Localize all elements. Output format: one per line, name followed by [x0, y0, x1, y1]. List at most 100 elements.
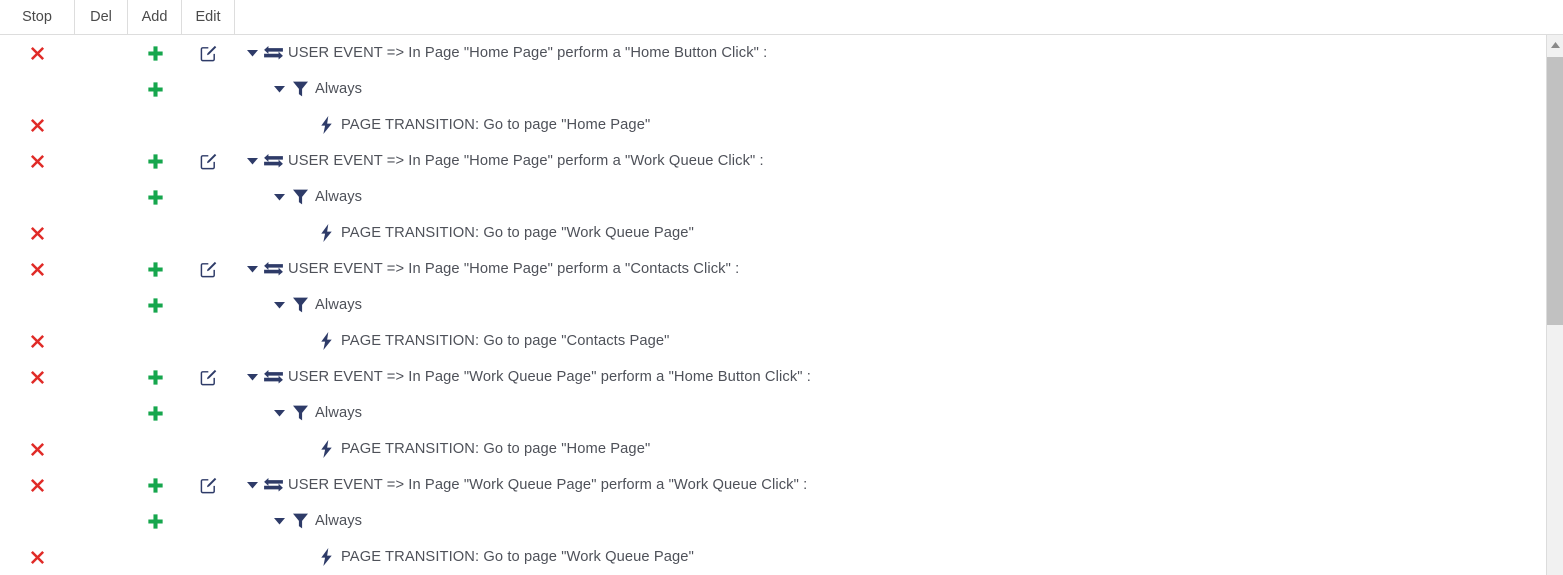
tree-row[interactable]: Always [0, 395, 1563, 431]
row-edit-cell [182, 152, 235, 171]
green-plus-icon[interactable] [147, 81, 164, 98]
row-stop-cell [0, 549, 75, 566]
row-description-cell: Always [235, 189, 1563, 205]
tree-node[interactable]: USER EVENT => In Page "Work Queue Page" … [235, 369, 811, 385]
tree-row[interactable]: USER EVENT => In Page "Home Page" perfor… [0, 35, 1563, 71]
row-add-cell [128, 45, 182, 62]
edit-pencil-icon[interactable] [199, 152, 218, 171]
caret-down-icon[interactable] [243, 157, 261, 165]
caret-down-icon[interactable] [270, 517, 288, 525]
caret-down-icon[interactable] [270, 85, 288, 93]
tree-node[interactable]: PAGE TRANSITION: Go to page "Contacts Pa… [235, 332, 669, 350]
tree-node-label: USER EVENT => In Page "Work Queue Page" … [288, 477, 808, 493]
red-x-icon[interactable] [29, 45, 46, 62]
tree-node[interactable]: USER EVENT => In Page "Work Queue Page" … [235, 477, 807, 493]
tree-node[interactable]: Always [235, 297, 362, 313]
red-x-icon[interactable] [29, 261, 46, 278]
red-x-icon[interactable] [29, 369, 46, 386]
tree-node-label: PAGE TRANSITION: Go to page "Home Page" [341, 441, 651, 457]
tree-node[interactable]: PAGE TRANSITION: Go to page "Work Queue … [235, 224, 694, 242]
column-header-del[interactable]: Del [75, 0, 128, 34]
red-x-icon[interactable] [29, 225, 46, 242]
row-add-cell [128, 369, 182, 386]
red-x-icon[interactable] [29, 477, 46, 494]
row-stop-cell [0, 153, 75, 170]
tree-node[interactable]: USER EVENT => In Page "Home Page" perfor… [235, 153, 764, 169]
tree-node[interactable]: Always [235, 81, 362, 97]
green-plus-icon[interactable] [147, 45, 164, 62]
column-header-bar: Stop Del Add Edit [0, 0, 1563, 35]
row-description-cell: Always [235, 513, 1563, 529]
lightning-bolt-icon [314, 224, 338, 242]
green-plus-icon[interactable] [147, 405, 164, 422]
tree-node[interactable]: PAGE TRANSITION: Go to page "Home Page" [235, 440, 650, 458]
row-description-cell: PAGE TRANSITION: Go to page "Home Page" [235, 440, 1563, 458]
lightning-bolt-icon [314, 332, 338, 350]
tree-node-label: PAGE TRANSITION: Go to page "Work Queue … [341, 549, 694, 565]
red-x-icon[interactable] [29, 333, 46, 350]
green-plus-icon[interactable] [147, 189, 164, 206]
tree-node[interactable]: PAGE TRANSITION: Go to page "Work Queue … [235, 548, 694, 566]
lightning-bolt-icon [314, 116, 338, 134]
tree-row[interactable]: USER EVENT => In Page "Work Queue Page" … [0, 359, 1563, 395]
row-description-cell: USER EVENT => In Page "Work Queue Page" … [235, 477, 1563, 493]
tree-row[interactable]: PAGE TRANSITION: Go to page "Home Page" [0, 107, 1563, 143]
caret-down-icon[interactable] [243, 481, 261, 489]
caret-down-icon[interactable] [243, 265, 261, 273]
row-add-cell [128, 297, 182, 314]
green-plus-icon[interactable] [147, 261, 164, 278]
edit-pencil-icon[interactable] [199, 260, 218, 279]
green-plus-icon[interactable] [147, 513, 164, 530]
tree-row[interactable]: USER EVENT => In Page "Work Queue Page" … [0, 467, 1563, 503]
tree-row[interactable]: Always [0, 503, 1563, 539]
green-plus-icon[interactable] [147, 369, 164, 386]
red-x-icon[interactable] [29, 117, 46, 134]
column-header-stop[interactable]: Stop [0, 0, 75, 34]
green-plus-icon[interactable] [147, 297, 164, 314]
tree-node[interactable]: USER EVENT => In Page "Home Page" perfor… [235, 261, 739, 277]
green-plus-icon[interactable] [147, 153, 164, 170]
edit-pencil-icon[interactable] [199, 476, 218, 495]
tree-node[interactable]: Always [235, 513, 362, 529]
vertical-scrollbar[interactable] [1546, 35, 1563, 575]
red-x-icon[interactable] [29, 549, 46, 566]
row-description-cell: Always [235, 297, 1563, 313]
tree-node-label: PAGE TRANSITION: Go to page "Contacts Pa… [341, 333, 670, 349]
tree-row[interactable]: USER EVENT => In Page "Home Page" perfor… [0, 143, 1563, 179]
tree-row[interactable]: Always [0, 179, 1563, 215]
caret-down-icon[interactable] [270, 193, 288, 201]
tree-node[interactable]: USER EVENT => In Page "Home Page" perfor… [235, 45, 767, 61]
rule-tree-panel: Stop Del Add Edit USER EVENT => In Page … [0, 0, 1563, 575]
tree-node-label: USER EVENT => In Page "Home Page" perfor… [288, 45, 768, 61]
scroll-thumb[interactable] [1547, 57, 1563, 325]
column-header-edit[interactable]: Edit [182, 0, 235, 34]
scroll-up-arrow-icon[interactable] [1547, 35, 1563, 55]
column-header-add[interactable]: Add [128, 0, 182, 34]
green-plus-icon[interactable] [147, 477, 164, 494]
red-x-icon[interactable] [29, 441, 46, 458]
row-description-cell: USER EVENT => In Page "Work Queue Page" … [235, 369, 1563, 385]
tree-node-label: USER EVENT => In Page "Home Page" perfor… [288, 261, 740, 277]
tree-row[interactable]: USER EVENT => In Page "Home Page" perfor… [0, 251, 1563, 287]
tree-node[interactable]: PAGE TRANSITION: Go to page "Home Page" [235, 116, 650, 134]
tree-row[interactable]: PAGE TRANSITION: Go to page "Work Queue … [0, 539, 1563, 575]
tree-node[interactable]: Always [235, 189, 362, 205]
caret-down-icon[interactable] [243, 49, 261, 57]
edit-pencil-icon[interactable] [199, 44, 218, 63]
row-add-cell [128, 513, 182, 530]
caret-down-icon[interactable] [243, 373, 261, 381]
tree-row[interactable]: PAGE TRANSITION: Go to page "Home Page" [0, 431, 1563, 467]
tree-row[interactable]: Always [0, 287, 1563, 323]
tree-row[interactable]: Always [0, 71, 1563, 107]
edit-pencil-icon[interactable] [199, 368, 218, 387]
caret-down-icon[interactable] [270, 301, 288, 309]
tree-node-label: Always [315, 81, 363, 97]
tree-row[interactable]: PAGE TRANSITION: Go to page "Work Queue … [0, 215, 1563, 251]
row-description-cell: USER EVENT => In Page "Home Page" perfor… [235, 153, 1563, 169]
exchange-arrows-icon [261, 477, 285, 493]
caret-down-icon[interactable] [270, 409, 288, 417]
tree-node[interactable]: Always [235, 405, 362, 421]
tree-node-label: Always [315, 297, 363, 313]
red-x-icon[interactable] [29, 153, 46, 170]
tree-row[interactable]: PAGE TRANSITION: Go to page "Contacts Pa… [0, 323, 1563, 359]
